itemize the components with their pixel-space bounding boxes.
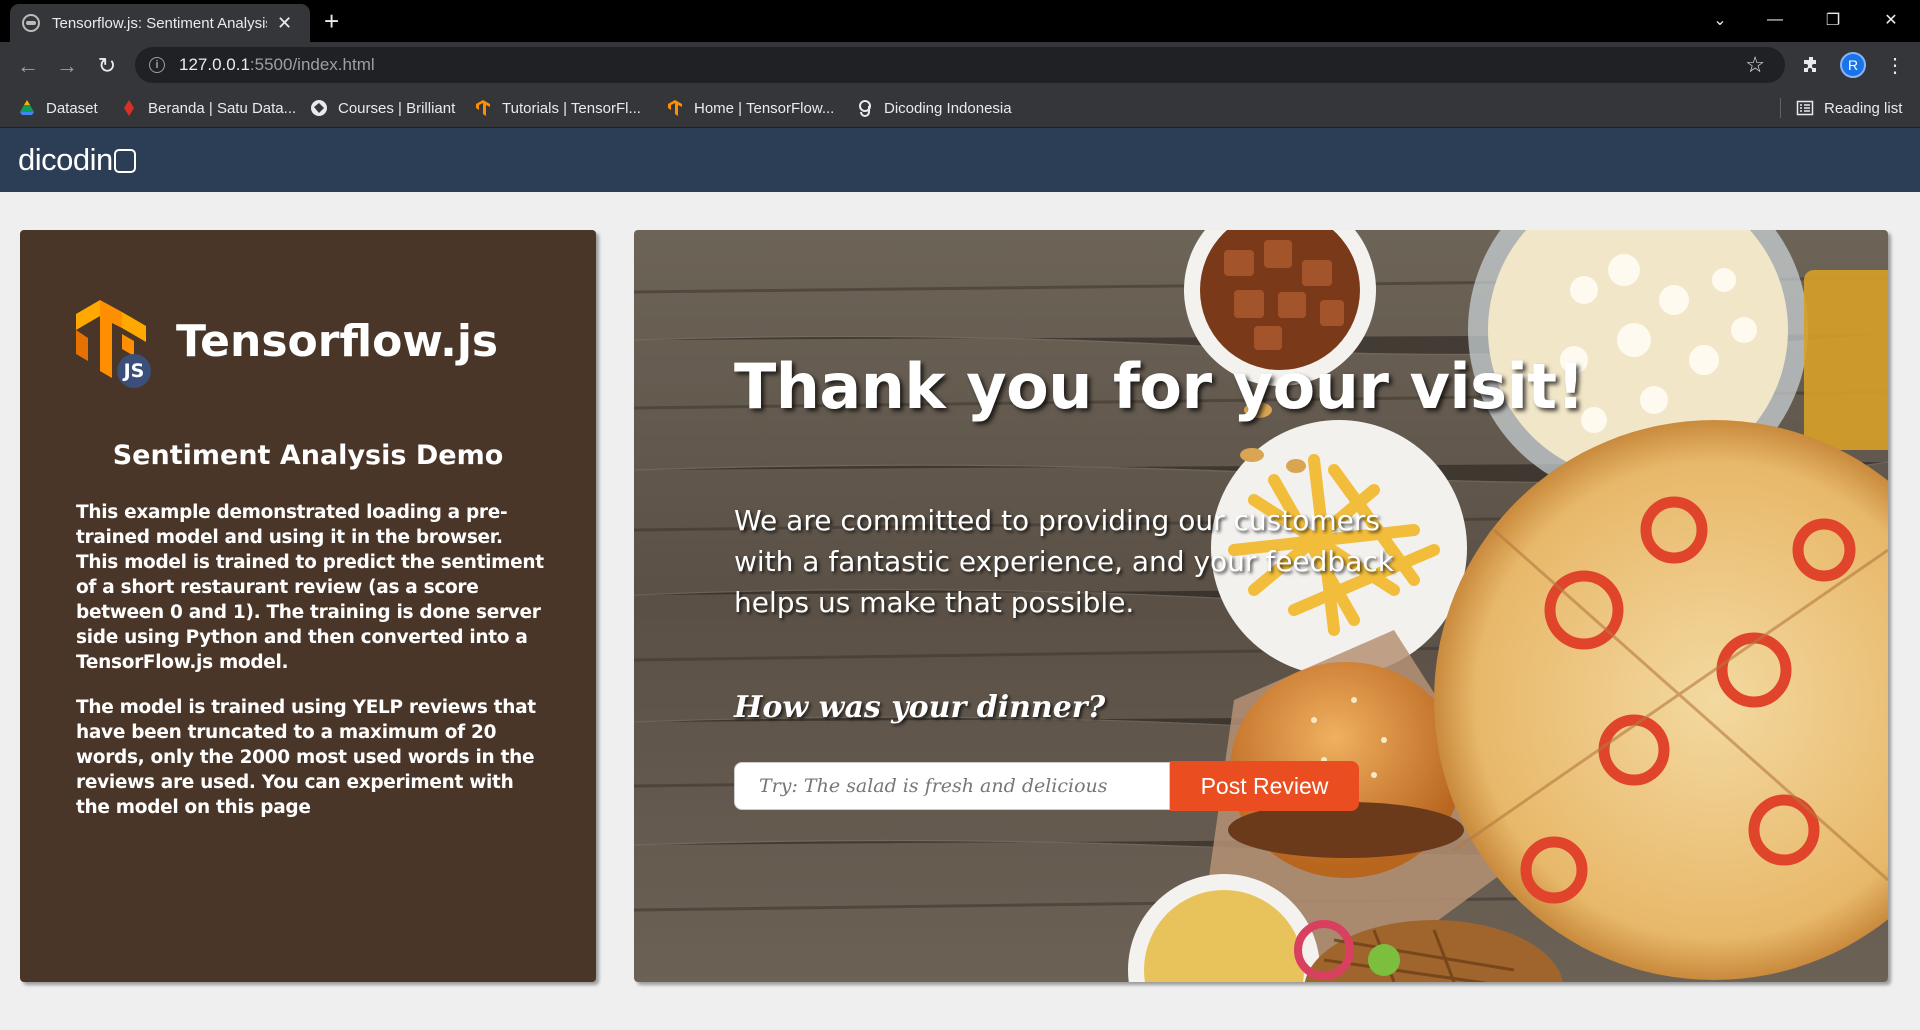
reload-button[interactable]: ↻ (93, 52, 121, 80)
review-input[interactable] (734, 762, 1170, 810)
bookmark-dicoding[interactable]: Dicoding Indonesia (856, 96, 1012, 120)
demo-title: Sentiment Analysis Demo (112, 440, 504, 471)
restore-button[interactable]: ❐ (1808, 0, 1858, 40)
bookmark-dataset[interactable]: Dataset (18, 96, 98, 120)
tensorflow-logo-icon: JS (72, 298, 162, 390)
back-button[interactable]: ← (14, 52, 42, 80)
menu-icon[interactable]: ⋮ (1880, 50, 1910, 80)
url-text: 127.0.0.1:5500/index.html (179, 55, 375, 74)
bookmark-tensorflow-home[interactable]: Home | TensorFlow... (666, 96, 834, 120)
satu-data-icon (124, 100, 134, 116)
google-drive-icon (20, 100, 34, 115)
address-bar[interactable]: i 127.0.0.1:5500/index.html ☆ (135, 47, 1785, 83)
js-badge: JS (123, 360, 145, 382)
bookmarks-separator (1780, 98, 1781, 118)
site-header: dicodin (0, 128, 1920, 192)
dicoding-icon (859, 100, 871, 117)
browser-toolbar: ← → ↻ i 127.0.0.1:5500/index.html ☆ R ⋮ (0, 42, 1920, 88)
dicoding-logo[interactable]: dicodin (18, 142, 136, 178)
logo-g-box (113, 149, 136, 173)
bookmark-brilliant[interactable]: Courses | Brilliant (310, 96, 455, 120)
reading-list-icon (1796, 100, 1814, 116)
description-paragraph-2: The model is trained using YELP reviews … (76, 697, 536, 818)
close-window-button[interactable]: ✕ (1866, 0, 1916, 40)
tensorflow-icon (476, 100, 490, 116)
site-info-icon[interactable]: i (149, 57, 165, 73)
reading-list-button[interactable]: Reading list (1796, 96, 1902, 120)
hero-section: Thank you for your visit! We are committ… (634, 230, 1888, 982)
bookmarks-bar: Dataset Beranda | Satu Data... Courses |… (0, 88, 1920, 128)
hero-title: Thank you for your visit! (734, 350, 1585, 423)
globe-icon (22, 14, 40, 32)
review-question: How was your dinner? (734, 690, 1106, 725)
tab-search-icon[interactable]: ⌄ (1695, 0, 1745, 40)
brand-name: Tensorflow.js (176, 315, 499, 367)
description-paragraph-1: This example demonstrated loading a pre-… (76, 502, 544, 673)
brilliant-icon (311, 100, 327, 116)
post-review-button[interactable]: Post Review (1170, 761, 1359, 811)
page-content: dicodin JS Tensorflow.js Sentiment Analy… (0, 128, 1920, 1030)
bookmark-star-icon[interactable]: ☆ (1745, 52, 1765, 78)
new-tab-button[interactable]: + (324, 6, 339, 36)
bookmark-satu-data[interactable]: Beranda | Satu Data... (120, 96, 296, 120)
minimize-button[interactable]: — (1750, 0, 1800, 40)
bookmark-tensorflow-tutorials[interactable]: Tutorials | TensorFl... (474, 96, 641, 120)
profile-avatar[interactable]: R (1838, 50, 1868, 80)
tab-strip: Tensorflow.js: Sentiment Analysis ✕ + ⌄ … (0, 0, 1920, 42)
brand-header: JS Tensorflow.js (72, 298, 498, 390)
close-tab-icon[interactable]: ✕ (277, 13, 292, 34)
tab-title: Tensorflow.js: Sentiment Analysis (52, 14, 267, 32)
hero-text: We are committed to providing our custom… (734, 504, 1394, 619)
info-card: JS Tensorflow.js Sentiment Analysis Demo… (20, 230, 596, 982)
tensorflow-icon (668, 100, 682, 116)
browser-tab[interactable]: Tensorflow.js: Sentiment Analysis ✕ (10, 4, 310, 42)
forward-button[interactable]: → (53, 52, 81, 80)
extensions-icon[interactable] (1796, 50, 1826, 80)
